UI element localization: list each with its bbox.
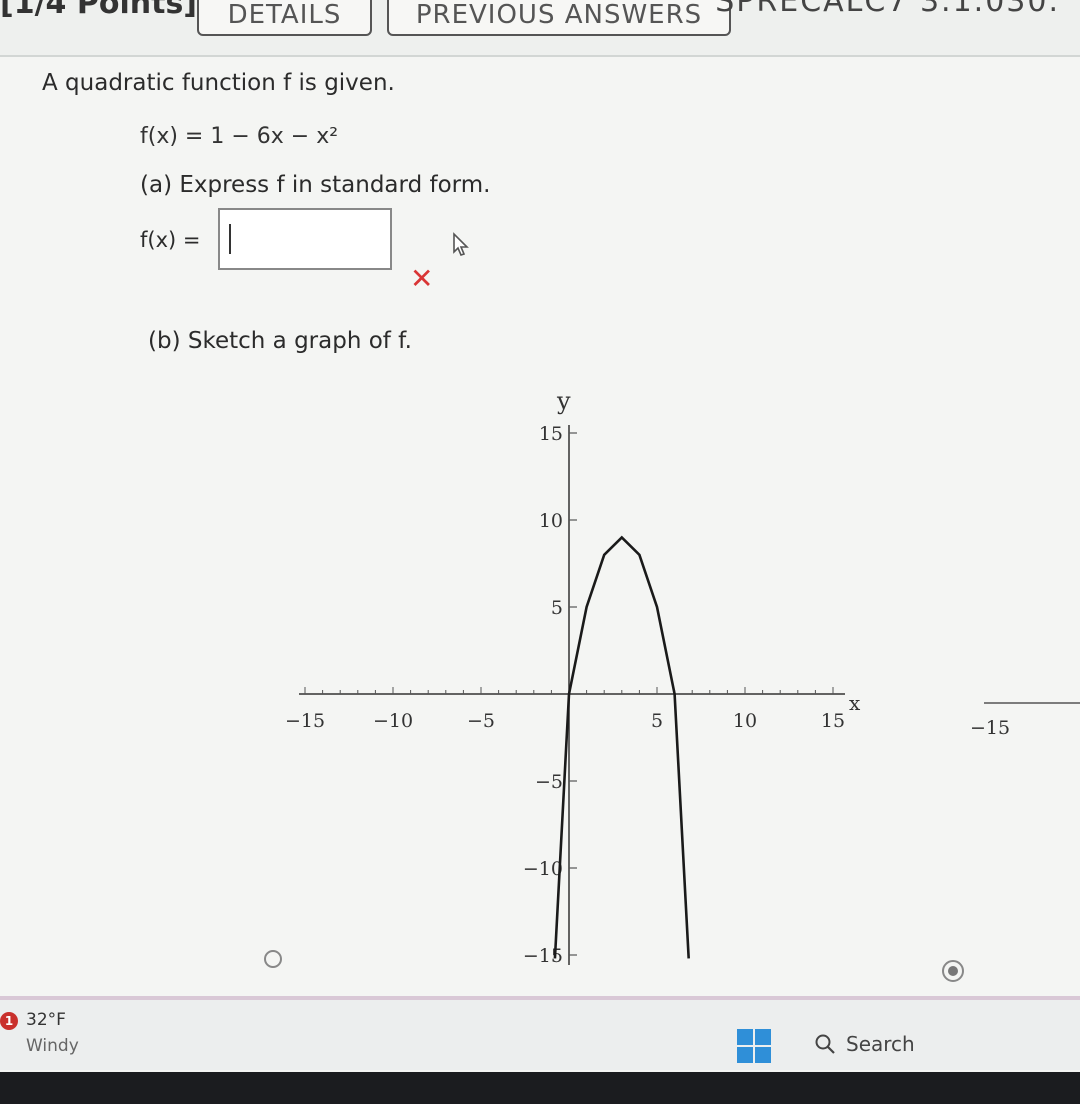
details-button[interactable]: DETAILS bbox=[197, 0, 372, 36]
search-icon bbox=[815, 1034, 835, 1054]
points-label: [1/4 Points] bbox=[0, 0, 198, 21]
y-tick-label: 10 bbox=[539, 510, 563, 532]
y-tick-label: 5 bbox=[551, 597, 563, 619]
windows-start-icon[interactable] bbox=[736, 1028, 772, 1064]
y-axis-label: y bbox=[556, 387, 571, 415]
answer-label: f(x) = bbox=[140, 228, 201, 252]
x-tick-label: 10 bbox=[733, 710, 757, 732]
y-tick-label: −10 bbox=[523, 858, 563, 880]
x-tick-label: 5 bbox=[651, 710, 663, 732]
x-tick-label: −5 bbox=[467, 710, 495, 732]
mouse-pointer-icon bbox=[453, 232, 469, 256]
parabola-curve[interactable] bbox=[553, 535, 690, 959]
standard-form-answer-input[interactable] bbox=[218, 208, 392, 270]
graph-option-radio-2[interactable] bbox=[942, 960, 964, 982]
incorrect-x-icon: ✕ bbox=[410, 262, 434, 295]
function-definition: f(x) = 1 − 6x − x² bbox=[140, 124, 339, 149]
radio-selected-dot bbox=[948, 966, 958, 976]
taskbar-search[interactable]: Search bbox=[814, 1032, 915, 1056]
x-tick-label: 15 bbox=[821, 710, 845, 732]
question-intro: A quadratic function f is given. bbox=[42, 70, 395, 96]
weather-condition[interactable]: Windy bbox=[26, 1036, 79, 1056]
question-header: [1/4 Points] DETAILS PREVIOUS ANSWERS SP… bbox=[0, 0, 1080, 57]
x-axis-label: x bbox=[849, 691, 861, 715]
search-label: Search bbox=[846, 1032, 915, 1056]
weather-temperature[interactable]: 32°F bbox=[26, 1010, 66, 1030]
y-tick-label: −15 bbox=[523, 945, 563, 967]
part-a-prompt: (a) Express f in standard form. bbox=[140, 172, 491, 198]
text-cursor bbox=[229, 224, 231, 254]
y-tick-label: 15 bbox=[539, 423, 563, 445]
y-tick-label: −5 bbox=[535, 771, 563, 793]
monitor-bezel bbox=[0, 1072, 1080, 1104]
notification-badge[interactable]: 1 bbox=[0, 1012, 18, 1030]
course-code: SPRECALC7 3.1.030. bbox=[715, 0, 1060, 19]
x-tick-labels: −15 −10 −5 5 10 15 bbox=[285, 710, 845, 732]
windows-taskbar bbox=[0, 1000, 1080, 1070]
x-tick-label: −10 bbox=[373, 710, 413, 732]
part-b-prompt: (b) Sketch a graph of f. bbox=[148, 328, 412, 354]
partial-axis-tick-label: −15 bbox=[970, 717, 1010, 739]
previous-answers-button[interactable]: PREVIOUS ANSWERS bbox=[387, 0, 731, 36]
x-tick-label: −15 bbox=[285, 710, 325, 732]
graph-panel[interactable]: −15 −10 −5 5 10 15 15 10 5 −5 −10 −15 x y −15 bbox=[0, 370, 1080, 980]
graph-option-radio-1[interactable] bbox=[264, 950, 282, 968]
